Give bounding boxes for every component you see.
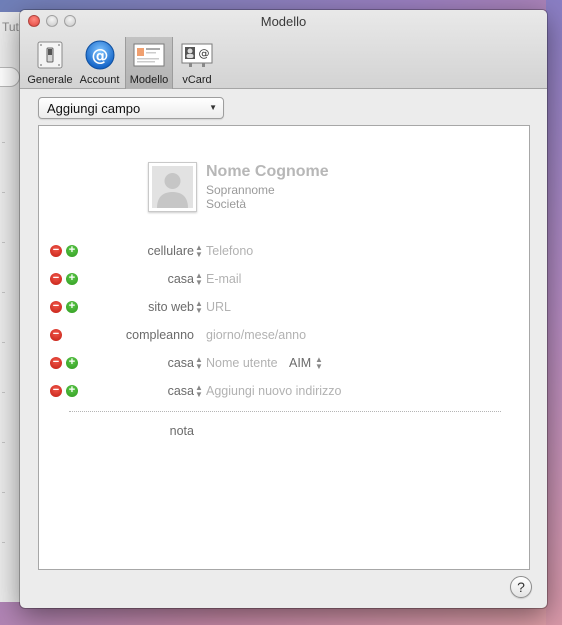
remove-field-icon[interactable]: − <box>50 329 62 341</box>
name-placeholder[interactable]: Nome Cognome <box>206 163 329 181</box>
background-search-field <box>0 67 20 87</box>
remove-field-icon[interactable]: − <box>50 357 62 369</box>
tab-generale[interactable]: Generale <box>26 37 74 89</box>
field-label-popup[interactable]: casa <box>168 272 194 286</box>
add-field-icon[interactable]: + <box>66 245 78 257</box>
window-title: Modello <box>260 14 307 29</box>
field-row-birthday: − compleanno giorno/mese/anno <box>39 327 529 345</box>
field-label-popup[interactable]: cellulare <box>147 244 194 258</box>
updown-arrows-icon[interactable]: ▲ ▼ <box>195 272 203 287</box>
add-field-popup[interactable]: Aggiungi campo ▼ <box>38 97 224 119</box>
field-row-im: − + casa ▲ ▼ Nome utente AIM ▲ ▼ <box>39 355 529 373</box>
tab-account-label: Account <box>79 74 120 86</box>
at-sign-icon: @ <box>84 39 116 71</box>
updown-arrows-icon[interactable]: ▲ ▼ <box>195 300 203 315</box>
person-silhouette-icon <box>152 166 193 208</box>
add-field-icon[interactable]: + <box>66 385 78 397</box>
tab-account[interactable]: @ Account <box>74 37 125 89</box>
background-tick <box>2 342 5 343</box>
field-row-address: − + casa ▲ ▼ Aggiungi nuovo indirizzo <box>39 383 529 401</box>
field-label-popup[interactable]: casa <box>168 384 194 398</box>
field-value-placeholder[interactable]: giorno/mese/anno <box>206 328 306 342</box>
svg-text:@: @ <box>199 47 210 60</box>
nickname-placeholder[interactable]: Soprannome <box>206 183 275 197</box>
help-button[interactable]: ? <box>510 576 532 598</box>
background-tick <box>2 442 5 443</box>
add-field-icon[interactable]: + <box>66 357 78 369</box>
background-tick <box>2 392 5 393</box>
card-template: Nome Cognome Soprannome Società − + cell… <box>38 125 530 570</box>
updown-arrows-icon[interactable]: ▲ ▼ <box>195 244 203 259</box>
updown-arrows-icon[interactable]: ▲ ▼ <box>195 356 203 371</box>
desktop-wallpaper <box>546 0 562 625</box>
remove-field-icon[interactable]: − <box>50 385 62 397</box>
card-template-icon <box>133 39 165 71</box>
background-window-title: Tut <box>2 20 19 34</box>
field-row-email: − + casa ▲ ▼ E-mail <box>39 271 529 289</box>
tab-modello[interactable]: Modello <box>125 37 173 89</box>
contact-photo[interactable] <box>148 162 197 212</box>
remove-field-icon[interactable]: − <box>50 301 62 313</box>
field-value-placeholder[interactable]: URL <box>206 300 231 314</box>
field-value-placeholder[interactable]: Aggiungi nuovo indirizzo <box>206 384 342 398</box>
field-label-popup[interactable]: casa <box>168 356 194 370</box>
title-bar: Modello Generale @ Account Modello @ vCa… <box>20 10 547 89</box>
note-label[interactable]: nota <box>170 424 194 438</box>
note-divider <box>69 411 501 412</box>
field-value-placeholder[interactable]: E-mail <box>206 272 241 286</box>
background-tick <box>2 492 5 493</box>
remove-field-icon[interactable]: − <box>50 245 62 257</box>
preferences-window: Modello Generale @ Account Modello @ vCa… <box>20 10 547 608</box>
svg-text:@: @ <box>91 46 108 66</box>
tab-generale-label: Generale <box>27 74 73 86</box>
field-value-placeholder[interactable]: Telefono <box>206 244 253 258</box>
chevron-down-icon: ▼ <box>209 103 217 112</box>
field-value-placeholder[interactable]: Nome utente <box>206 356 278 370</box>
toolbar: Generale @ Account Modello @ vCard <box>26 37 221 89</box>
vcard-icon: @ <box>181 39 213 71</box>
remove-field-icon[interactable]: − <box>50 273 62 285</box>
background-tick <box>2 142 5 143</box>
add-field-icon[interactable]: + <box>66 273 78 285</box>
updown-arrows-icon[interactable]: ▲ ▼ <box>195 384 203 399</box>
background-tick <box>2 292 5 293</box>
field-label-popup[interactable]: sito web <box>148 300 194 314</box>
field-row-phone: − + cellulare ▲ ▼ Telefono <box>39 243 529 261</box>
background-tick <box>2 192 5 193</box>
background-tick <box>2 242 5 243</box>
switch-icon <box>34 39 66 71</box>
field-label: compleanno <box>125 328 194 342</box>
background-tick <box>2 542 5 543</box>
add-field-label: Aggiungi campo <box>47 101 141 116</box>
field-row-url: − + sito web ▲ ▼ URL <box>39 299 529 317</box>
tab-vcard[interactable]: @ vCard <box>173 37 221 89</box>
updown-arrows-icon[interactable]: ▲ ▼ <box>315 356 323 371</box>
tab-modello-label: Modello <box>129 74 169 86</box>
template-pane: Aggiungi campo ▼ Nome Cognome Soprannome… <box>20 90 547 608</box>
im-service-popup[interactable]: AIM <box>289 356 311 370</box>
company-placeholder[interactable]: Società <box>206 197 246 211</box>
tab-vcard-label: vCard <box>182 74 212 86</box>
add-field-icon[interactable]: + <box>66 301 78 313</box>
